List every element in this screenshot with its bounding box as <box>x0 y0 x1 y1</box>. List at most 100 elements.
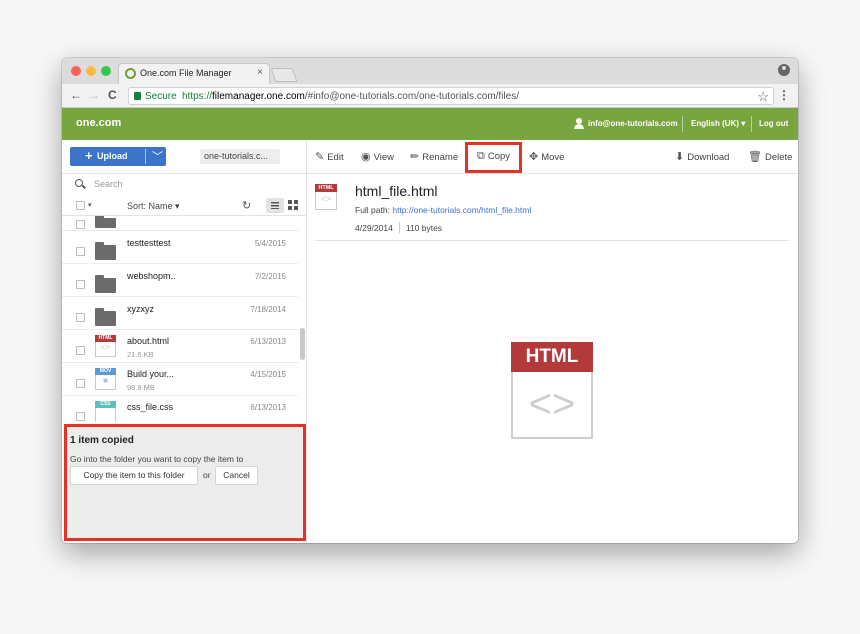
copy-notice-panel: 1 item copied Go into the folder you wan… <box>64 424 306 541</box>
upload-label: Upload <box>97 151 128 161</box>
list-item[interactable]: webshopm.. 7/2/2015 <box>62 264 298 297</box>
file-date: 7/2/2015 <box>254 272 286 281</box>
folder-icon <box>95 216 116 228</box>
eye-icon: ◉ <box>361 151 371 163</box>
download-icon: ⬇ <box>675 151 685 163</box>
file-name: Build your... <box>127 369 175 379</box>
download-button[interactable]: ⬇ Download <box>675 150 729 163</box>
list-item[interactable]: CSS css_file.css 6/13/2013 <box>62 396 298 422</box>
header-divider <box>751 116 752 132</box>
row-checkbox[interactable] <box>76 220 85 229</box>
full-path-link[interactable]: http://one-tutorials.com/html_file.html <box>392 205 531 215</box>
cancel-button[interactable]: Cancel <box>215 466 258 485</box>
tab-file-manager[interactable]: One.com File Manager × <box>118 63 270 84</box>
list-scrollbar[interactable] <box>300 328 305 360</box>
file-date: 6/13/2013 <box>250 403 286 412</box>
lock-icon <box>134 92 141 100</box>
tab-close-icon[interactable]: × <box>257 67 263 78</box>
file-list: testtesttest 5/4/2015 webshopm.. 7/2/201… <box>62 216 306 422</box>
row-checkbox[interactable] <box>76 247 85 256</box>
row-checkbox[interactable] <box>76 379 85 388</box>
file-date: 6/13/2013 <box>250 337 286 346</box>
preview-file-name: html_file.html <box>355 183 438 199</box>
trash-icon: 🗑 <box>748 151 762 163</box>
action-toolbar: + Upload ﹀ one-tutorials.c... ✎ Edit ◉ Vie… <box>62 140 798 174</box>
file-size: 110 bytes <box>405 223 443 233</box>
browser-window: One.com File Manager × ← → C Secure http… <box>62 58 798 543</box>
delete-button[interactable]: 🗑 Delete <box>748 150 792 163</box>
new-tab-button[interactable] <box>270 68 298 82</box>
grid-view-icon[interactable] <box>288 200 298 210</box>
select-all-checkbox[interactable] <box>76 201 85 210</box>
file-date: 4/15/2015 <box>250 370 286 379</box>
html-file-icon: HTML <> <box>315 184 337 210</box>
current-folder-breadcrumb[interactable]: one-tutorials.c... <box>200 149 280 164</box>
preview-divider <box>315 240 789 241</box>
list-item[interactable]: testtesttest 5/4/2015 <box>62 231 298 264</box>
list-item[interactable] <box>62 216 298 231</box>
edit-button[interactable]: ✎ Edit <box>315 150 344 163</box>
list-item[interactable]: MOV ■ Build your... 98.9 MB 4/15/2015 <box>62 363 298 396</box>
list-controls: ▾ Sort: Name ▾ ↻ <box>62 196 306 216</box>
url-text: https://filemanager.one.com/#info@one-tu… <box>182 91 519 102</box>
search-icon <box>75 179 83 187</box>
panel-divider <box>306 140 307 543</box>
view-button[interactable]: ◉ View <box>361 150 394 163</box>
list-item[interactable]: xyzxyz 7/18/2014 <box>62 297 298 330</box>
pencil-icon: ✏ <box>410 151 420 163</box>
row-checkbox[interactable] <box>76 313 85 322</box>
css-file-icon: CSS <box>95 401 116 422</box>
browser-menu-icon[interactable]: ⋮ <box>778 88 790 102</box>
forward-button[interactable]: → <box>88 88 100 102</box>
file-date: 5/4/2015 <box>254 239 286 248</box>
tab-strip: One.com File Manager × <box>62 58 798 84</box>
copy-to-folder-button[interactable]: Copy the item to this folder <box>70 466 198 485</box>
search-row: Search <box>62 174 306 196</box>
file-name: xyzxyz <box>127 304 154 314</box>
list-item[interactable]: HTML <> about.html 21.6 KB 6/13/2013 <box>62 330 298 363</box>
favicon-icon <box>125 68 136 79</box>
folder-icon <box>95 275 116 293</box>
one-com-logo[interactable]: one.com <box>76 117 121 129</box>
close-window-button[interactable] <box>71 66 81 76</box>
html-file-icon: HTML <> <box>95 335 116 357</box>
user-icon <box>574 118 584 130</box>
file-name: about.html <box>127 336 170 346</box>
move-button[interactable]: ✥ Move <box>529 150 564 163</box>
chevron-down-icon[interactable]: ﹀ <box>152 148 163 164</box>
profile-icon[interactable] <box>778 64 790 76</box>
language-selector[interactable]: English (UK) ▾ <box>691 119 745 128</box>
move-icon: ✥ <box>529 151 539 163</box>
upload-button[interactable]: + Upload ﹀ <box>70 147 166 166</box>
sort-dropdown[interactable]: Sort: Name ▾ <box>127 201 180 212</box>
file-size: 21.6 KB <box>127 350 154 359</box>
minimize-window-button[interactable] <box>86 66 96 76</box>
file-size: 98.9 MB <box>127 383 155 392</box>
account-email[interactable]: info@one-tutorials.com <box>588 119 678 128</box>
select-caret-icon[interactable]: ▾ <box>88 201 92 209</box>
notice-or: or <box>203 470 211 480</box>
refresh-icon[interactable]: ↻ <box>242 199 251 212</box>
file-date: 7/18/2014 <box>250 305 286 314</box>
reload-button[interactable]: C <box>108 88 117 102</box>
bookmark-star-icon[interactable]: ☆ <box>757 89 769 105</box>
list-view-icon[interactable] <box>266 198 284 213</box>
search-input[interactable]: Search <box>94 179 123 189</box>
notice-message: Go into the folder you want to copy the … <box>70 454 244 464</box>
url-input[interactable]: Secure https://filemanager.one.com/#info… <box>128 87 774 105</box>
file-name: css_file.css <box>127 402 174 412</box>
address-bar: ← → C Secure https://filemanager.one.com… <box>62 84 798 108</box>
rename-button[interactable]: ✏ Rename <box>410 150 458 163</box>
row-checkbox[interactable] <box>76 412 85 421</box>
header-divider <box>682 116 683 132</box>
back-button[interactable]: ← <box>70 88 82 102</box>
file-date: 4/29/2014 <box>355 223 393 233</box>
row-checkbox[interactable] <box>76 280 85 289</box>
copy-highlight-box <box>465 142 522 173</box>
logout-link[interactable]: Log out <box>759 119 788 128</box>
file-name: webshopm.. <box>127 271 176 281</box>
row-checkbox[interactable] <box>76 346 85 355</box>
folder-icon <box>95 308 116 326</box>
upload-split-divider <box>145 149 146 164</box>
maximize-window-button[interactable] <box>101 66 111 76</box>
